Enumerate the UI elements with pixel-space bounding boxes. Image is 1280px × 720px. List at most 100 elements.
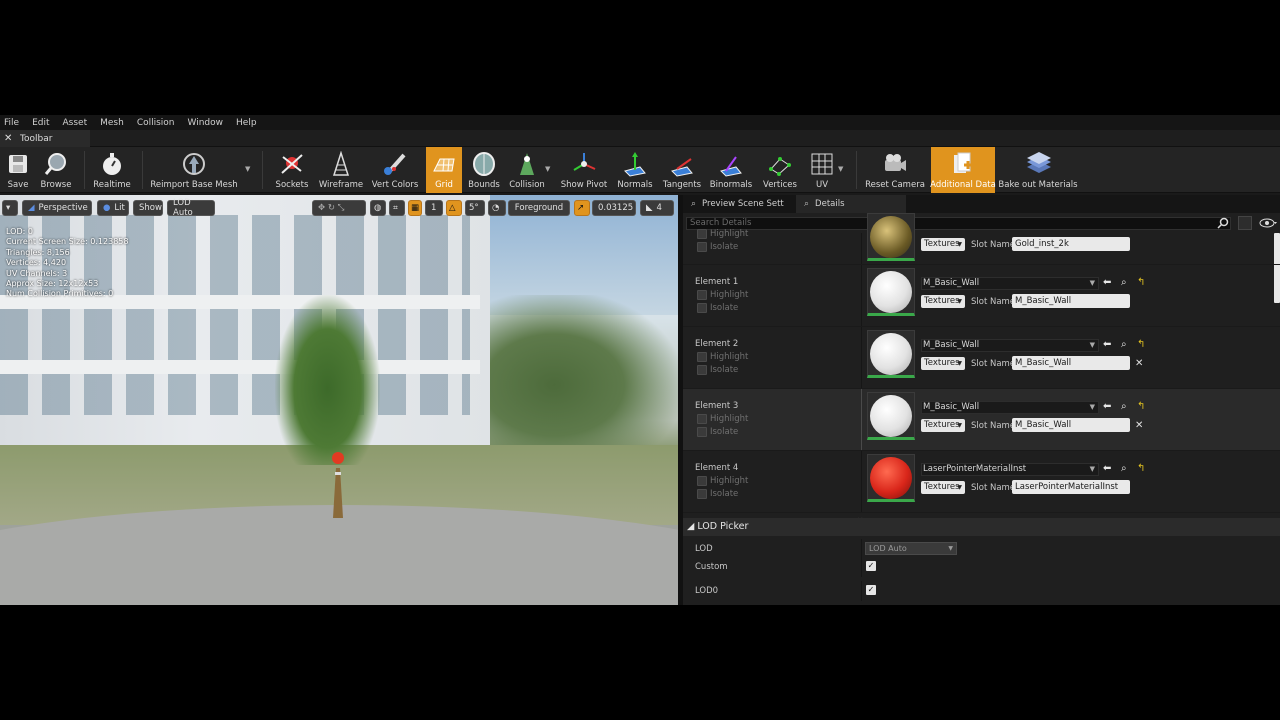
depth-icon-button[interactable]: ◔ (488, 200, 506, 216)
normals-button[interactable]: Normals (614, 147, 656, 193)
rotation-snap-toggle[interactable]: △ (446, 200, 462, 216)
laser-pointer-mesh[interactable] (332, 450, 344, 520)
reset-arrow-icon[interactable]: ↰ (1137, 464, 1145, 474)
use-selected-arrow-icon[interactable]: ⬅ (1103, 464, 1111, 474)
material-thumbnail[interactable] (867, 213, 915, 261)
custom-checkbox[interactable]: ✓ (866, 561, 876, 571)
grid-snap-toggle[interactable]: ▦ (408, 200, 422, 216)
browse-magnifier-icon[interactable]: ⌕ (1121, 402, 1127, 412)
browse-magnifier-icon[interactable]: ⌕ (1121, 340, 1127, 350)
chevron-down-icon[interactable]: ▼ (545, 165, 550, 173)
reset-arrow-icon[interactable]: ↰ (1137, 278, 1145, 288)
reset-camera-button[interactable]: Reset Camera (864, 147, 926, 193)
slot-name-input[interactable]: M_Basic_Wall (1012, 294, 1130, 308)
highlight-checkbox[interactable] (697, 229, 707, 239)
grid-snap-value[interactable]: 1 (425, 200, 443, 216)
reset-arrow-icon[interactable]: ↰ (1137, 402, 1145, 412)
bounds-button[interactable]: Bounds (466, 147, 502, 193)
realtime-button[interactable]: Realtime (93, 147, 131, 193)
transform-tools[interactable]: ✥ ↻ ⤡ (312, 200, 366, 216)
additional-data-button[interactable]: Additional Data (930, 147, 996, 193)
collision-button[interactable]: Collision (508, 147, 546, 193)
material-thumbnail[interactable] (867, 330, 915, 378)
lod-auto-button[interactable]: LOD Auto (167, 198, 215, 218)
menu-mesh[interactable]: Mesh (100, 118, 124, 128)
use-selected-arrow-icon[interactable]: ⬅ (1103, 278, 1111, 288)
browse-magnifier-icon[interactable]: ⌕ (1121, 278, 1127, 288)
remove-slot-icon[interactable]: ✕ (1135, 420, 1143, 431)
menu-edit[interactable]: Edit (32, 118, 49, 128)
lod-picker-header[interactable]: ◢ LOD Picker (683, 518, 1280, 536)
sockets-button[interactable]: Sockets (272, 147, 312, 193)
material-combo[interactable]: M_Basic_Wall ▼ (921, 339, 1099, 352)
textures-dropdown[interactable]: Textures ▼ (921, 481, 965, 494)
chevron-down-icon[interactable]: ▼ (838, 165, 843, 173)
vertices-button[interactable]: Vertices (760, 147, 800, 193)
remove-slot-icon[interactable]: ✕ (1135, 358, 1143, 369)
isolate-checkbox[interactable] (697, 242, 707, 252)
slot-name-input[interactable]: Gold_inst_2k (1012, 237, 1130, 251)
slot-name-input[interactable]: M_Basic_Wall (1012, 418, 1130, 432)
isolate-checkbox[interactable] (697, 427, 707, 437)
search-details-input[interactable]: Search Details (686, 217, 1231, 230)
vert-colors-button[interactable]: Vert Colors (370, 147, 420, 193)
lit-button[interactable]: ● Lit (97, 200, 129, 216)
material-combo[interactable]: M_Basic_Wall ▼ (921, 277, 1099, 290)
material-thumbnail[interactable] (867, 268, 915, 316)
perspective-button[interactable]: ◢ Perspective (22, 200, 92, 216)
reset-arrow-icon[interactable]: ↰ (1137, 340, 1145, 350)
menu-help[interactable]: Help (236, 118, 257, 128)
use-selected-arrow-icon[interactable]: ⬅ (1103, 402, 1111, 412)
material-thumbnail[interactable] (867, 392, 915, 440)
chevron-down-icon[interactable]: ▼ (245, 165, 250, 173)
save-button[interactable]: Save (4, 147, 32, 193)
mesh-viewport[interactable]: ▾ ◢ Perspective ● Lit Show LOD Auto ✥ ↻ … (0, 195, 678, 605)
viewport-options-dropdown[interactable]: ▾ (2, 200, 18, 216)
highlight-checkbox[interactable] (697, 352, 707, 362)
material-thumbnail[interactable] (867, 454, 915, 502)
property-matrix-icon[interactable] (1238, 216, 1252, 230)
menu-window[interactable]: Window (188, 118, 224, 128)
rotation-snap-value[interactable]: 5° (465, 200, 485, 216)
textures-dropdown[interactable]: Textures ▼ (921, 357, 965, 370)
show-button[interactable]: Show (133, 200, 163, 216)
search-icon[interactable] (1217, 217, 1229, 229)
textures-dropdown[interactable]: Textures ▼ (921, 238, 965, 251)
browse-button[interactable]: Browse (38, 147, 74, 193)
tangents-button[interactable]: Tangents (660, 147, 704, 193)
scale-snap-toggle[interactable]: ↗ (574, 200, 590, 216)
highlight-checkbox[interactable] (697, 290, 707, 300)
toolbar-tab[interactable]: ✕ Toolbar (0, 130, 90, 147)
textures-dropdown[interactable]: Textures ▼ (921, 295, 965, 308)
menu-file[interactable]: File (4, 118, 19, 128)
highlight-checkbox[interactable] (697, 476, 707, 486)
material-combo[interactable]: LaserPointerMaterialInst ▼ (921, 463, 1099, 476)
tab-preview-scene-settings[interactable]: ⌕ Preview Scene Sett (683, 195, 795, 213)
world-local-toggle[interactable]: ◍ (370, 200, 386, 216)
binormals-button[interactable]: Binormals (708, 147, 754, 193)
lod-dropdown[interactable]: LOD Auto ▼ (865, 542, 957, 555)
uv-button[interactable]: UV (806, 147, 838, 193)
lod0-checkbox[interactable]: ✓ (866, 585, 876, 595)
eye-icon[interactable] (1259, 217, 1277, 229)
isolate-checkbox[interactable] (697, 303, 707, 313)
isolate-checkbox[interactable] (697, 365, 707, 375)
use-selected-arrow-icon[interactable]: ⬅ (1103, 340, 1111, 350)
tab-details[interactable]: ⌕ Details (796, 195, 906, 213)
bake-out-materials-button[interactable]: Bake out Materials (998, 147, 1078, 193)
reimport-base-mesh-button[interactable]: Reimport Base Mesh (150, 147, 238, 193)
surface-snap-toggle[interactable]: ⌗ (389, 200, 405, 216)
textures-dropdown[interactable]: Textures ▼ (921, 419, 965, 432)
foreground-button[interactable]: Foreground (508, 200, 570, 216)
slot-name-input[interactable]: M_Basic_Wall (1012, 356, 1130, 370)
wireframe-button[interactable]: Wireframe (318, 147, 364, 193)
browse-magnifier-icon[interactable]: ⌕ (1121, 464, 1127, 474)
menu-asset[interactable]: Asset (63, 118, 88, 128)
slot-name-input[interactable]: LaserPointerMaterialInst (1012, 480, 1130, 494)
scale-snap-value[interactable]: 0.03125 (592, 200, 636, 216)
material-combo[interactable]: M_Basic_Wall ▼ (921, 401, 1099, 414)
menu-collision[interactable]: Collision (137, 118, 175, 128)
camera-speed-button[interactable]: ◣ 4 (640, 200, 674, 216)
highlight-checkbox[interactable] (697, 414, 707, 424)
show-pivot-button[interactable]: Show Pivot (560, 147, 608, 193)
